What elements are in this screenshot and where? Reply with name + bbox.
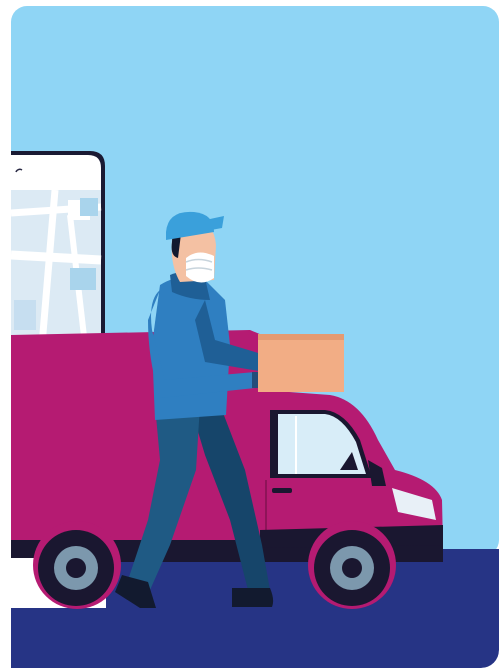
phone-map-icon	[10, 151, 105, 346]
rear-wheel	[38, 530, 114, 606]
front-wheel	[314, 530, 390, 606]
shoe-back	[232, 588, 274, 607]
illustration-card	[0, 0, 499, 668]
parcel-box-icon	[258, 334, 344, 392]
delivery-illustration	[10, 6, 499, 668]
face-mask-icon	[185, 252, 214, 283]
